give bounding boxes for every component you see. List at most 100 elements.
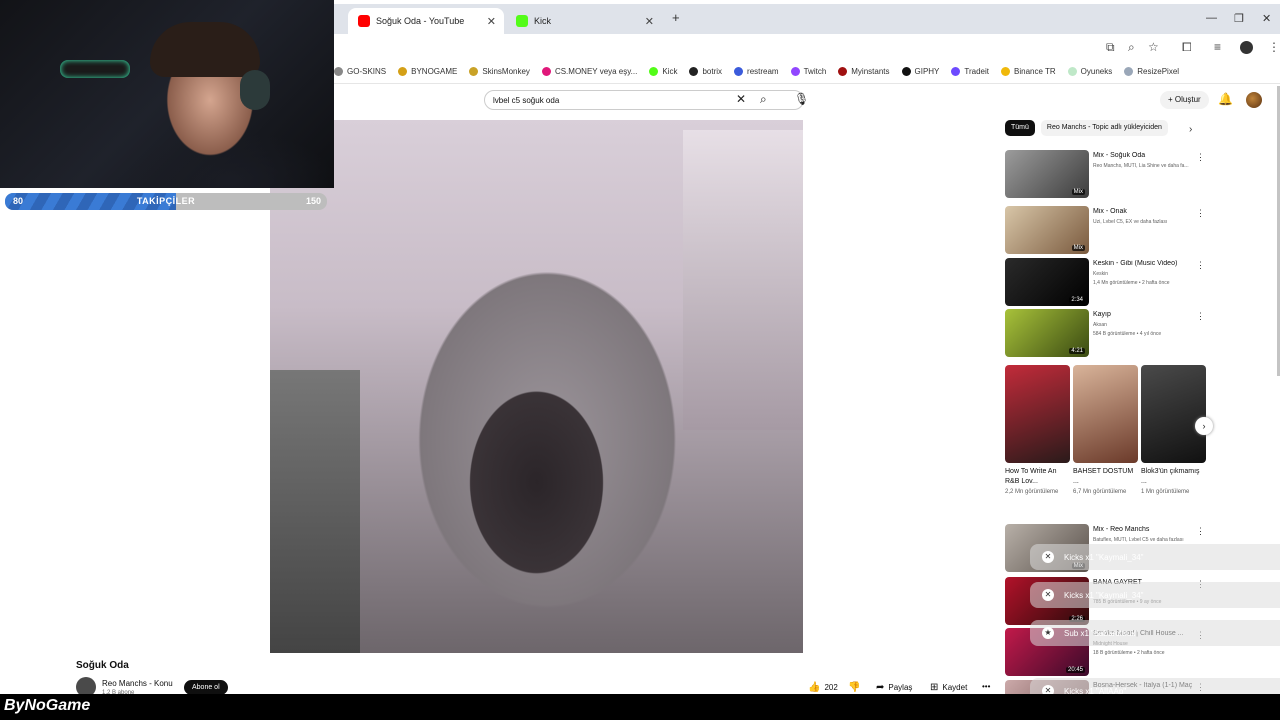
filter-chips: Tümü Reo Manchs - Topic adlı yükleyicide…: [1005, 120, 1174, 136]
recommendation-item[interactable]: 4:21 Kayıp Aksan 584 B görüntüleme • 4 yıl …: [1005, 309, 1211, 357]
media-control-icon[interactable]: ≡: [1214, 40, 1221, 54]
close-tab-icon[interactable]: ✕: [645, 15, 654, 28]
bookmark-item[interactable]: Tradeit: [951, 67, 989, 76]
account-avatar[interactable]: [1246, 92, 1262, 108]
video-thumbnail[interactable]: Mix: [1005, 150, 1089, 198]
notifications-icon[interactable]: 🔔: [1218, 92, 1233, 106]
shorts-next-button[interactable]: ›: [1195, 417, 1213, 435]
close-window-button[interactable]: ✕: [1262, 12, 1271, 25]
bookmark-item[interactable]: CS.MONEY veya eşy...: [541, 67, 638, 76]
channel-name[interactable]: Reo Manchs - Konu: [102, 679, 173, 688]
tab-title: Kick: [534, 16, 552, 26]
short-title[interactable]: How To Write An R&B Lov...: [1005, 467, 1070, 487]
stream-alert: ★ Sub x1 "Sabaroftruk": [1030, 620, 1280, 646]
bookmark-item[interactable]: ResizePixel: [1124, 67, 1179, 76]
more-options-icon[interactable]: ⋮: [1196, 311, 1205, 322]
recommendation-item[interactable]: Mix Mix - Onak Uzi, Lvbel C5, EX ve daha f…: [1005, 206, 1211, 254]
bookmark-item[interactable]: GO-SKINS: [334, 67, 386, 76]
search-input[interactable]: lvbel c5 soğuk oda: [484, 90, 804, 110]
video-player[interactable]: [270, 120, 803, 653]
zoom-icon[interactable]: ⌕: [1128, 40, 1135, 55]
bookmark-item[interactable]: Kick: [649, 67, 677, 76]
close-tab-icon[interactable]: ✕: [487, 15, 496, 28]
video-title[interactable]: Keskin - Gibi (Music Video): [1093, 260, 1201, 267]
bookmark-item[interactable]: Oyuneks: [1067, 67, 1113, 76]
thumbs-up-icon: 👍: [808, 682, 821, 693]
tab-kick[interactable]: Kick ✕: [506, 8, 662, 34]
star-icon: ★: [1042, 627, 1054, 639]
view-count: 584 B görüntüleme • 4 yıl önce: [1093, 331, 1162, 337]
minimize-button[interactable]: —: [1206, 12, 1217, 24]
browser-menu-icon[interactable]: ⋮: [1268, 40, 1280, 54]
video-title[interactable]: Mix - Reo Manchs: [1093, 526, 1201, 533]
more-options-icon[interactable]: ⋮: [1196, 260, 1205, 271]
bookmark-favicon-icon: [901, 67, 911, 76]
chip-uploader[interactable]: Reo Manchs - Topic adlı yükleyiciden: [1040, 120, 1168, 136]
bookmark-item[interactable]: Myinstants: [838, 67, 890, 76]
short-thumbnail[interactable]: [1073, 365, 1138, 463]
bookmark-item[interactable]: botrix: [689, 67, 722, 76]
video-title[interactable]: Mix - Onak: [1093, 208, 1201, 215]
short-item[interactable]: How To Write An R&B Lov... 2,2 Mn görüntü…: [1005, 365, 1070, 497]
duration-badge: 20:45: [1065, 667, 1085, 673]
more-options-icon[interactable]: ⋮: [1196, 152, 1205, 163]
short-thumbnail[interactable]: [1141, 365, 1206, 463]
bookmark-item[interactable]: BYNOGAME: [398, 67, 457, 76]
more-options-icon[interactable]: ⋮: [1196, 526, 1205, 537]
maximize-button[interactable]: ❐: [1234, 12, 1244, 25]
search-icon[interactable]: ⌕: [760, 92, 767, 107]
chevron-right-icon[interactable]: ›: [1189, 124, 1192, 135]
bookmark-star-icon[interactable]: ☆: [1148, 40, 1159, 54]
bookmark-favicon-icon: [734, 67, 744, 76]
clear-search-icon[interactable]: ✕: [736, 92, 746, 106]
dislike-button[interactable]: 👎: [848, 682, 864, 693]
duration-badge: 2:34: [1069, 297, 1085, 303]
microphone-icon[interactable]: 🎙: [794, 92, 809, 106]
more-options-icon[interactable]: ⋮: [1196, 208, 1205, 219]
video-thumbnail[interactable]: Mix: [1005, 206, 1089, 254]
bookmark-label: ResizePixel: [1137, 67, 1180, 76]
bookmark-favicon-icon: [1001, 67, 1011, 76]
bookmark-label: GO-SKINS: [347, 67, 387, 76]
video-title[interactable]: Mix - Soğuk Oda: [1093, 152, 1201, 159]
video-title[interactable]: Kayıp: [1093, 311, 1201, 318]
recommendation-item[interactable]: Mix Mix - Soğuk Oda Reo Manchs, MUTI, Lia …: [1005, 150, 1211, 198]
bookmark-item[interactable]: Binance TR: [1001, 67, 1056, 76]
extensions-icon[interactable]: ⧠: [1182, 40, 1192, 55]
short-title[interactable]: Blok3'ün çıkmamış ...: [1141, 467, 1206, 487]
more-actions-button[interactable]: •••: [982, 682, 990, 691]
like-button[interactable]: 👍 202: [808, 682, 838, 693]
new-tab-button[interactable]: +: [672, 10, 680, 25]
chip-all[interactable]: Tümü: [1005, 120, 1035, 136]
duration-badge: 4:21: [1069, 348, 1085, 354]
view-count: 18 B görüntüleme • 2 hafta önce: [1093, 650, 1165, 656]
alert-text: Kicks x1 "Kaymali_34": [1064, 552, 1144, 562]
create-button[interactable]: + Oluştur: [1160, 91, 1209, 109]
bookmark-item[interactable]: SkinsMonkey: [469, 67, 530, 76]
bookmark-label: restream: [747, 67, 779, 76]
bookmark-label: SkinsMonkey: [482, 67, 530, 76]
stream-bottom-band: [0, 694, 1280, 720]
bookmark-label: Myinstants: [851, 67, 890, 76]
cast-icon[interactable]: ⧉: [1106, 40, 1115, 55]
short-item[interactable]: BAHSET DOSTUM ... 6,7 Mn görüntüleme: [1073, 365, 1138, 497]
share-button[interactable]: ➦ Paylaş: [876, 682, 912, 693]
tab-youtube[interactable]: Soğuk Oda - YouTube ✕: [348, 8, 504, 34]
bookmark-favicon-icon: [689, 67, 699, 76]
alert-text: Kicks x1 "Kaymali_34": [1064, 590, 1144, 600]
short-title[interactable]: BAHSET DOSTUM ...: [1073, 467, 1138, 487]
bookmarks-bar: GO-SKINS BYNOGAME SkinsMonkey CS.MONEY veya…: [334, 60, 1280, 84]
bookmark-item[interactable]: restream: [734, 67, 779, 76]
webcam-streamer: [150, 22, 260, 77]
bookmark-label: CS.MONEY veya eşy...: [554, 67, 638, 76]
profile-avatar[interactable]: [1240, 41, 1253, 54]
recommendation-item[interactable]: 2:34 Keskin - Gibi (Music Video) Keskin 1,4…: [1005, 258, 1211, 306]
video-thumbnail[interactable]: 2:34: [1005, 258, 1089, 306]
bookmark-label: Oyuneks: [1080, 67, 1113, 76]
bookmark-item[interactable]: Twitch: [790, 67, 826, 76]
video-thumbnail[interactable]: 4:21: [1005, 309, 1089, 357]
bookmark-item[interactable]: GIPHY: [901, 67, 939, 76]
subscribe-button[interactable]: Abone ol: [184, 680, 228, 695]
save-button[interactable]: ⊞ Kaydet: [930, 682, 967, 693]
short-thumbnail[interactable]: [1005, 365, 1070, 463]
